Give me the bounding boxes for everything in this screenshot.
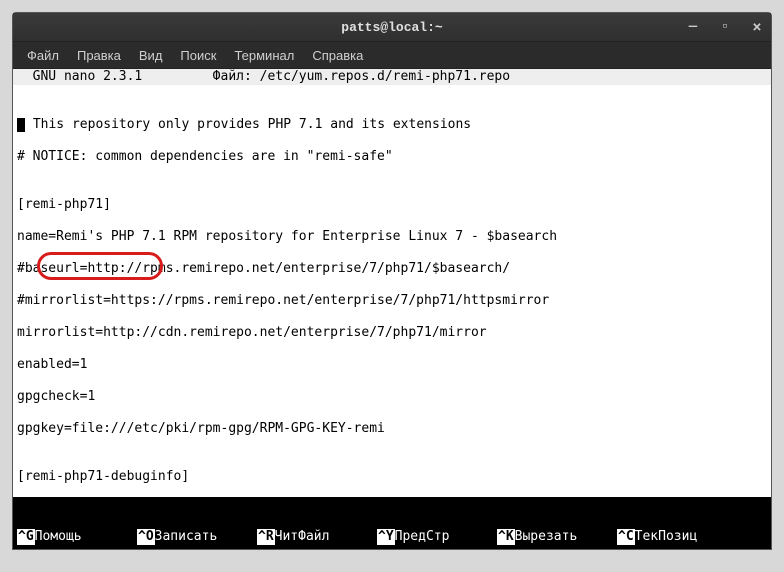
nano-header: GNU nano 2.3.1 Файл: /etc/yum.repos.d/re… [13,69,771,85]
nano-file: Файл: /etc/yum.repos.d/remi-php71.repo [213,69,604,85]
shortcut-label: Помощь [35,529,82,545]
editor-line: name=Remi's PHP 7.1 RPM repository for E… [17,229,767,245]
menu-terminal[interactable]: Терминал [226,45,302,66]
editor-line: gpgcheck=1 [17,389,767,405]
shortcut-key: ^O [137,529,155,545]
window-title: patts@local:~ [341,20,442,35]
editor-line: gpgkey=file:///etc/pki/rpm-gpg/RPM-GPG-K… [17,421,767,437]
close-button[interactable]: ✕ [749,19,765,35]
terminal-window: patts@local:~ — ▫ ✕ Файл Правка Вид Поис… [12,12,772,550]
maximize-button[interactable]: ▫ [717,19,733,35]
window-controls: — ▫ ✕ [685,13,765,41]
menu-help[interactable]: Справка [304,45,371,66]
editor-line: mirrorlist=http://cdn.remirepo.net/enter… [17,325,767,341]
shortcut-key: ^K [497,529,515,545]
editor-line-enabled: enabled=1 [17,357,767,373]
minimize-button[interactable]: — [685,19,701,35]
terminal-area[interactable]: GNU nano 2.3.1 Файл: /etc/yum.repos.d/re… [13,69,771,549]
shortcut-key: ^G [17,529,35,545]
shortcut-key: ^Y [377,529,395,545]
editor-line: #mirrorlist=https://rpms.remirepo.net/en… [17,293,767,309]
shortcut-key: ^R [257,529,275,545]
shortcut-label: Записать [155,529,218,545]
menubar: Файл Правка Вид Поиск Терминал Справка [13,42,771,69]
menu-view[interactable]: Вид [131,45,171,66]
editor-line: #baseurl=http://rpms.remirepo.net/enterp… [17,261,767,277]
shortcut-label: ТекПозиц [635,529,698,545]
shortcut-row: ^G Помощь ^O Записать ^R ЧитФайл ^Y Пред… [17,529,767,545]
editor-line: This repository only provides PHP 7.1 an… [17,101,767,133]
menu-file[interactable]: Файл [19,45,67,66]
editor-line: # NOTICE: common dependencies are in "re… [17,149,767,165]
shortcut-label: Вырезать [515,529,578,545]
editor-line: [remi-php71] [17,197,767,213]
nano-version: GNU nano 2.3.1 [17,69,213,85]
cursor-icon [17,118,25,132]
shortcut-label: ЧитФайл [275,529,330,545]
menu-search[interactable]: Поиск [172,45,224,66]
titlebar[interactable]: patts@local:~ — ▫ ✕ [13,13,771,42]
menu-edit[interactable]: Правка [69,45,129,66]
shortcut-key: ^C [617,529,635,545]
editor-body[interactable]: This repository only provides PHP 7.1 an… [13,85,771,469]
shortcut-label: ПредСтр [395,529,450,545]
